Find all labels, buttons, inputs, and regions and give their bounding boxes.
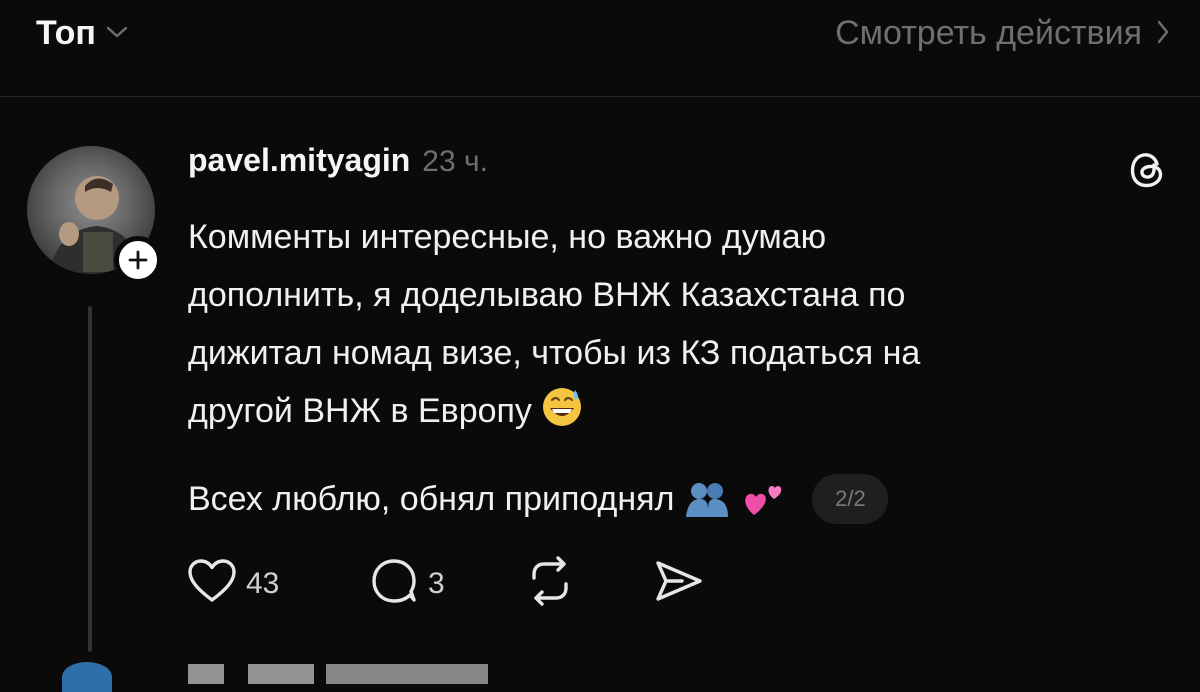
post-second-line-text: Всех люблю, обнял приподнял xyxy=(188,479,675,518)
page-indicator: 2/2 xyxy=(812,474,889,524)
plus-icon xyxy=(128,250,148,270)
threads-logo-icon[interactable] xyxy=(1124,146,1172,194)
view-activity-link[interactable]: Смотреть действия xyxy=(835,14,1170,53)
repost-icon xyxy=(524,556,576,611)
post-body: Комменты интересные, но важно думаю допо… xyxy=(188,208,1148,446)
thread-connector-line xyxy=(88,306,92,652)
reply-button[interactable]: 3 xyxy=(370,557,524,610)
post-second-line: Всех люблю, обнял приподнял 2/2 xyxy=(188,474,889,524)
send-icon xyxy=(652,557,706,610)
post-actions: 43 3 xyxy=(186,556,706,611)
post-body-line: дополнить, я доделываю ВНЖ Казахстана по xyxy=(188,276,906,314)
like-count: 43 xyxy=(246,566,280,600)
post-body-line: другой ВНЖ в Европу xyxy=(188,392,532,430)
next-post-header-partial xyxy=(188,664,488,684)
reply-count: 3 xyxy=(428,566,445,600)
sort-dropdown[interactable]: Топ xyxy=(36,14,128,53)
username-link[interactable]: pavel.mityagin xyxy=(188,142,410,179)
like-button[interactable]: 43 xyxy=(186,557,370,610)
next-post-avatar[interactable] xyxy=(62,662,112,692)
people-hugging-emoji xyxy=(684,479,730,519)
grinning-face-with-sweat-emoji xyxy=(540,384,584,446)
chevron-down-icon xyxy=(106,25,128,44)
follow-button[interactable] xyxy=(114,236,162,284)
share-button[interactable] xyxy=(652,557,706,610)
top-bar: Топ Смотреть действия xyxy=(0,0,1200,97)
heart-icon xyxy=(186,557,238,610)
post-timestamp: 23 ч. xyxy=(422,145,488,178)
two-hearts-emoji xyxy=(740,479,786,519)
post-header: pavel.mityagin 23 ч. xyxy=(188,142,488,179)
chevron-right-icon xyxy=(1156,20,1170,49)
repost-button[interactable] xyxy=(524,556,652,611)
post-body-line-last: другой ВНЖ в Европу xyxy=(188,382,1148,446)
comment-icon xyxy=(370,557,420,610)
sort-label: Топ xyxy=(36,14,96,52)
post-body-line: Комменты интересные, но важно думаю xyxy=(188,218,827,256)
view-activity-label: Смотреть действия xyxy=(835,14,1142,52)
post-body-line: дижитал номад визе, чтобы из КЗ податься… xyxy=(188,334,921,372)
